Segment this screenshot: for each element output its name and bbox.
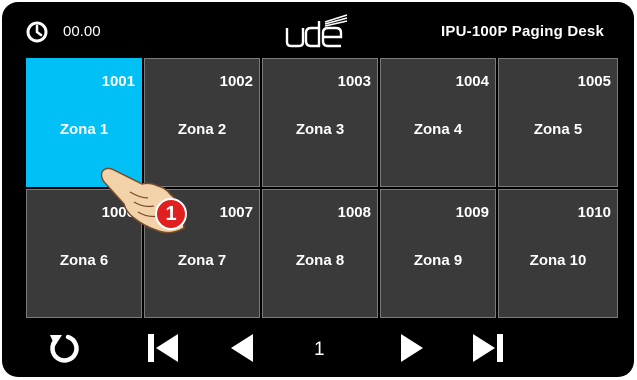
zone-tile[interactable]: 1003 Zona 3 xyxy=(262,58,378,187)
zone-number: 1004 xyxy=(455,73,489,90)
header-bar: 00.00 IPU-100P Paging Desk xyxy=(2,2,634,58)
zone-name: Zona 9 xyxy=(413,252,463,269)
zone-number: 1010 xyxy=(577,204,611,221)
ude-logo xyxy=(285,14,348,48)
last-page-icon[interactable] xyxy=(469,331,505,365)
clock-icon xyxy=(26,21,48,43)
zone-name: Zona 4 xyxy=(413,121,463,138)
zone-tile[interactable]: 1010 Zona 10 xyxy=(498,189,618,318)
zone-number: 1001 xyxy=(101,73,135,90)
zone-name: Zona 7 xyxy=(177,252,227,269)
zone-name: Zona 10 xyxy=(529,252,587,269)
previous-page-icon[interactable] xyxy=(227,331,257,365)
zone-number: 1002 xyxy=(219,73,253,90)
zone-name: Zona 6 xyxy=(59,252,109,269)
zone-tile[interactable]: 1009 Zona 9 xyxy=(380,189,496,318)
zone-number: 1007 xyxy=(219,204,253,221)
zone-name: Zona 5 xyxy=(533,121,583,138)
zone-tile[interactable]: 1008 Zona 8 xyxy=(262,189,378,318)
pagination-bar: 1 xyxy=(2,320,634,377)
zone-number: 1008 xyxy=(337,204,371,221)
paging-desk-screen: 00.00 IPU-100P Paging Desk 1001 Zona 1 1… xyxy=(2,2,634,377)
zone-number: 1005 xyxy=(577,73,611,90)
refresh-icon[interactable] xyxy=(46,331,82,365)
zone-number: 1009 xyxy=(455,204,489,221)
next-page-icon[interactable] xyxy=(397,331,427,365)
zone-name: Zona 2 xyxy=(177,121,227,138)
device-title: IPU-100P Paging Desk xyxy=(441,23,604,40)
zone-name: Zona 8 xyxy=(295,252,345,269)
zone-name: Zona 3 xyxy=(295,121,345,138)
zone-tile[interactable]: 1005 Zona 5 xyxy=(498,58,618,187)
zone-number: 1003 xyxy=(337,73,371,90)
zone-tile[interactable]: 1004 Zona 4 xyxy=(380,58,496,187)
zone-name: Zona 1 xyxy=(59,121,109,138)
first-page-icon[interactable] xyxy=(146,331,182,365)
step-badge: 1 xyxy=(155,198,187,230)
page-number: 1 xyxy=(314,339,325,360)
clock-time: 00.00 xyxy=(63,23,101,40)
